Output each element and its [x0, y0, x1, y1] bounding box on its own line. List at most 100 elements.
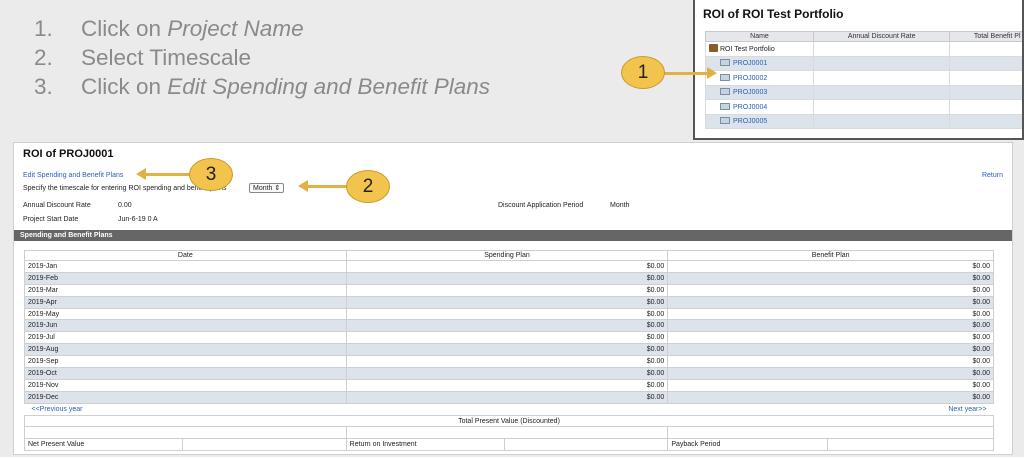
benefit-amount: $0.00: [667, 367, 994, 380]
column-header-benefit: Total Benefit Pl: [949, 31, 1022, 42]
folder-icon: [720, 117, 730, 125]
column-header-benefit: Benefit Plan: [667, 250, 994, 261]
project-link[interactable]: PROJ0004: [733, 104, 767, 111]
callout-3-arrow: [136, 168, 190, 180]
plan-date: 2019-Apr: [24, 295, 347, 309]
spending-amount: $0.00: [345, 355, 669, 369]
spending-amount: $0.00: [345, 295, 669, 309]
spending-amount: $0.00: [345, 390, 669, 404]
instruction-step-1: 1. Click on Project Name: [34, 14, 490, 43]
portfolio-root-row: ROI Test Portfolio: [705, 41, 1022, 57]
plan-row: 2019-Jul $0.00 $0.00: [24, 331, 994, 345]
step-number: 3.: [34, 73, 53, 99]
spending-amount: $0.00: [345, 307, 669, 321]
npv-label: Net Present Value: [24, 438, 183, 452]
plan-row: 2019-Jun $0.00 $0.00: [24, 319, 994, 333]
briefcase-icon: [709, 44, 718, 53]
plan-date: 2019-Jun: [24, 319, 347, 333]
benefit-amount: $0.00: [667, 390, 994, 404]
plan-row: 2019-Apr $0.00 $0.00: [24, 295, 994, 309]
total-pv-label: Total Present Value (Discounted): [24, 414, 994, 428]
project-link[interactable]: PROJ0003: [733, 89, 767, 96]
benefit-amount: $0.00: [667, 319, 994, 333]
discount-period-value: Month: [610, 202, 630, 209]
callout-1: 1: [621, 56, 665, 89]
annual-discount-value: 0.00: [118, 202, 132, 209]
instruction-step-2: 2. Select Timescale: [34, 43, 490, 72]
plan-row: 2019-Mar $0.00 $0.00: [24, 283, 994, 297]
plan-row: 2019-Oct $0.00 $0.00: [24, 367, 994, 380]
edit-spending-benefit-link[interactable]: Edit Spending and Benefit Plans: [23, 172, 123, 179]
spending-amount: $0.00: [345, 319, 669, 333]
plan-date: 2019-Sep: [24, 355, 347, 369]
plan-date: 2019-Aug: [24, 343, 347, 357]
benefit-amount: $0.00: [667, 271, 994, 285]
project-row[interactable]: PROJ0003: [705, 84, 1022, 100]
column-header-name: Name: [705, 31, 814, 42]
plan-date: 2019-May: [24, 307, 347, 321]
spending-amount: $0.00: [345, 271, 669, 285]
plan-row: 2019-Sep $0.00 $0.00: [24, 355, 994, 369]
project-row[interactable]: PROJ0001: [705, 55, 1022, 71]
timescale-value: Month: [253, 185, 273, 192]
project-row[interactable]: PROJ0002: [705, 70, 1022, 86]
benefit-amount: $0.00: [667, 283, 994, 297]
plan-row: 2019-Nov $0.00 $0.00: [24, 378, 994, 392]
folder-icon: [720, 102, 730, 110]
npv-value: [182, 438, 347, 452]
step-text: Select Timescale: [81, 44, 252, 70]
instruction-list: 1. Click on Project Name 2. Select Times…: [34, 14, 490, 101]
column-header-date: Date: [24, 250, 347, 261]
plan-date: 2019-Dec: [24, 390, 347, 404]
summary-row: Net Present Value Return on Investment P…: [24, 438, 994, 452]
timescale-select[interactable]: Month ⇕: [249, 183, 285, 193]
project-link[interactable]: PROJ0005: [733, 118, 767, 125]
roi-label: Return on Investment: [345, 438, 505, 452]
spending-amount: $0.00: [345, 283, 669, 297]
callout-2-arrow: [298, 180, 347, 192]
portfolio-root-label: ROI Test Portfolio: [720, 46, 775, 54]
plan-date: 2019-Oct: [24, 367, 347, 380]
callout-2: 2: [346, 170, 390, 203]
plan-date: 2019-Feb: [24, 271, 347, 285]
folder-icon: [720, 73, 730, 81]
step-number: 2.: [34, 44, 53, 70]
benefit-amount: $0.00: [667, 295, 994, 309]
next-year-link[interactable]: Next year>>: [944, 406, 990, 413]
project-row[interactable]: PROJ0004: [705, 99, 1022, 115]
folder-icon: [720, 59, 730, 67]
portfolio-title: ROI of ROI Test Portfolio: [703, 7, 844, 21]
project-link[interactable]: PROJ0001: [733, 60, 767, 67]
annual-discount-label: Annual Discount Rate: [23, 202, 91, 209]
project-row[interactable]: PROJ0005: [705, 113, 1022, 129]
spending-amount: $0.00: [345, 343, 669, 357]
step-emphasis: Project Name: [167, 15, 304, 41]
return-link[interactable]: Return: [982, 172, 1003, 179]
plan-row: 2019-Feb $0.00 $0.00: [24, 271, 994, 285]
spending-amount: $0.00: [345, 260, 669, 273]
folder-icon: [720, 88, 730, 96]
spending-amount: $0.00: [345, 378, 669, 392]
roi-value: [503, 438, 669, 452]
roi-panel: ROI of PROJ0001 Edit Spending and Benefi…: [13, 142, 1013, 455]
portfolio-table: Name Annual Discount Rate Total Benefit …: [705, 31, 1022, 129]
previous-year-link[interactable]: <<Previous year: [28, 406, 83, 413]
project-link[interactable]: PROJ0002: [733, 75, 767, 82]
section-header: Spending and Benefit Plans: [14, 230, 1012, 241]
discount-period-label: Discount Application Period: [498, 202, 584, 209]
step-text: Click on: [81, 73, 168, 99]
plan-date: 2019-Jan: [24, 260, 347, 273]
total-pv-value-row: [24, 426, 994, 440]
step-emphasis: Edit Spending and Benefit Plans: [167, 73, 491, 99]
plan-date: 2019-Nov: [24, 378, 347, 392]
step-number: 1.: [34, 15, 53, 41]
plan-row: 2019-Aug $0.00 $0.00: [24, 343, 994, 357]
roi-title: ROI of PROJ0001: [23, 148, 114, 160]
plan-row: 2019-Dec $0.00 $0.00: [24, 390, 994, 404]
payback-value: [827, 438, 994, 452]
benefit-amount: $0.00: [667, 355, 994, 369]
spending-amount: $0.00: [345, 331, 669, 345]
column-header-discount: Annual Discount Rate: [812, 31, 951, 42]
plan-date: 2019-Mar: [24, 283, 347, 297]
benefit-amount: $0.00: [667, 260, 994, 273]
